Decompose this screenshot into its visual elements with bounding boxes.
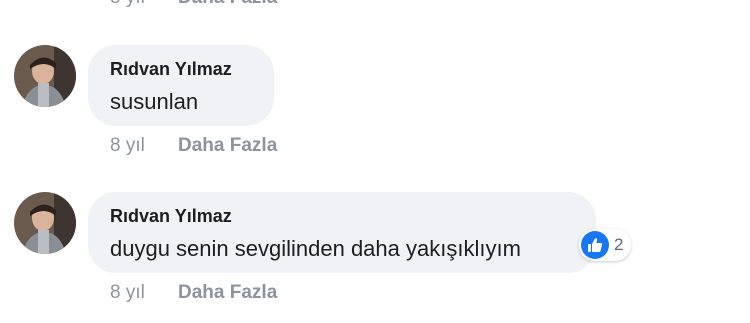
comment-age: 8 yıl (110, 282, 145, 303)
comment-meta: 8 yıl Daha Fazla (110, 282, 277, 304)
more-link[interactable]: Daha Fazla (178, 282, 277, 303)
more-link[interactable]: Daha Fazla (178, 135, 277, 156)
avatar[interactable] (14, 192, 76, 254)
comment-text: duygu senin sevgilinden daha yakışıklıyı… (110, 236, 521, 261)
avatar[interactable] (14, 45, 76, 107)
comment-meta: 8 yıl Daha Fazla (110, 135, 277, 157)
comment-meta-top: 8 yılDaha Fazla (110, 0, 277, 9)
comment-age: 8 yıl (110, 0, 178, 9)
more-link[interactable]: Daha Fazla (178, 0, 277, 8)
comment-author[interactable]: Rıdvan Yılmaz (110, 206, 232, 227)
comment-author[interactable]: Rıdvan Yılmaz (110, 59, 232, 80)
reaction-badge[interactable]: 2 (579, 229, 632, 261)
comment-age: 8 yıl (110, 135, 145, 156)
reaction-count: 2 (614, 235, 624, 254)
like-icon (581, 231, 609, 259)
comment-text: susunlan (110, 89, 199, 114)
comment-bubble: Rıdvan Yılmaz susunlan (88, 45, 274, 126)
comment-bubble: Rıdvan Yılmaz duygu senin sevgilinden da… (88, 192, 596, 273)
